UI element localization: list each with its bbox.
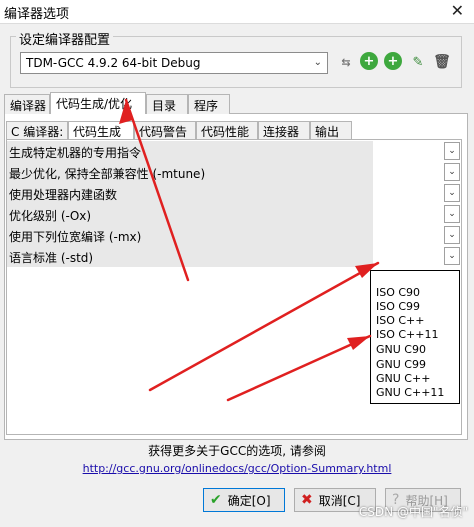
window-title: 编译器选项 bbox=[4, 7, 70, 22]
setting-row: 使用下列位宽编译 (-mx) bbox=[7, 225, 373, 246]
setting-label: 优化级别 (-Ox) bbox=[9, 209, 92, 223]
chevron-down-icon[interactable]: ⌄ bbox=[444, 205, 460, 223]
dropdown-option[interactable]: ISO C99 bbox=[376, 300, 420, 313]
ok-button[interactable]: ✔ 确定[O] bbox=[203, 488, 285, 512]
dropdown-option[interactable]: GNU C99 bbox=[376, 358, 426, 371]
setting-label: 最少优化, 保持全部兼容性 (-mtune) bbox=[9, 167, 206, 181]
compiler-set-select[interactable]: TDM-GCC 4.9.2 64-bit Debug ⌄ bbox=[20, 52, 328, 74]
cross-icon: ✖ bbox=[301, 492, 313, 508]
dropdown-option[interactable]: ISO C++ bbox=[376, 314, 425, 327]
compiler-set-legend: 设定编译器配置 bbox=[16, 29, 114, 48]
dropdown-option[interactable]: GNU C++11 bbox=[376, 386, 444, 399]
add-set-alt-icon[interactable]: + bbox=[384, 52, 402, 70]
dropdown-option[interactable]: ISO C90 bbox=[376, 286, 420, 299]
subtab-warnings[interactable]: 代码警告 bbox=[134, 121, 196, 139]
option-summary-link[interactable]: http://gcc.gnu.org/onlinedocs/gcc/Option… bbox=[0, 462, 474, 475]
setting-row: 生成特定机器的专用指令 bbox=[7, 141, 373, 162]
subtab-c-compiler[interactable]: C 编译器: bbox=[6, 121, 68, 139]
close-icon[interactable]: ✕ bbox=[451, 1, 464, 20]
dropdown-option[interactable]: GNU C90 bbox=[376, 343, 426, 356]
subtab-output[interactable]: 输出 bbox=[310, 121, 352, 139]
title-bar: 编译器选项 ✕ bbox=[0, 0, 474, 24]
info-text: 获得更多关于GCC的选项, 请参阅 bbox=[148, 444, 326, 458]
chevron-down-icon[interactable]: ⌄ bbox=[444, 184, 460, 202]
tab-directories[interactable]: 目录 bbox=[146, 94, 188, 114]
subtab-linker[interactable]: 连接器 bbox=[258, 121, 310, 139]
add-set-icon[interactable]: + bbox=[360, 52, 378, 70]
compiler-set-value: TDM-GCC 4.9.2 64-bit Debug bbox=[26, 56, 201, 70]
tab-codegen-optimize[interactable]: 代码生成/优化 bbox=[50, 92, 146, 114]
setting-label: 使用下列位宽编译 (-mx) bbox=[9, 230, 142, 244]
subtab-codegen[interactable]: 代码生成 bbox=[68, 121, 134, 139]
dropdown-option[interactable]: GNU C++ bbox=[376, 372, 430, 385]
setting-label: 生成特定机器的专用指令 bbox=[9, 146, 142, 160]
setting-row: 使用处理器内建函数 bbox=[7, 183, 373, 204]
watermark: CSDN @中国"名侦" bbox=[358, 505, 468, 519]
tab-compiler[interactable]: 编译器 bbox=[4, 94, 50, 114]
ok-label: 确定[O] bbox=[227, 493, 271, 508]
std-dropdown-list: ISO C90 ISO C99 ISO C++ ISO C++11 GNU C9… bbox=[370, 270, 460, 404]
rename-set-icon[interactable]: ⇆ bbox=[336, 52, 356, 72]
tab-programs[interactable]: 程序 bbox=[188, 94, 230, 114]
cancel-label: 取消[C] bbox=[318, 493, 361, 508]
edit-set-icon[interactable]: ✎ bbox=[408, 52, 428, 72]
chevron-down-icon: ⌄ bbox=[313, 57, 322, 68]
chevron-down-icon[interactable]: ⌄ bbox=[444, 226, 460, 244]
check-icon: ✔ bbox=[210, 492, 222, 508]
subtab-profiling[interactable]: 代码性能 bbox=[196, 121, 258, 139]
setting-label: 语言标准 (-std) bbox=[9, 251, 94, 265]
chevron-down-icon[interactable]: ⌄ bbox=[444, 247, 460, 265]
setting-row: 最少优化, 保持全部兼容性 (-mtune) bbox=[7, 162, 373, 183]
setting-row: 语言标准 (-std) bbox=[7, 246, 373, 267]
chevron-down-icon[interactable]: ⌄ bbox=[444, 142, 460, 160]
trash-icon[interactable]: 🗑 bbox=[432, 52, 452, 72]
setting-row: 优化级别 (-Ox) bbox=[7, 204, 373, 225]
chevron-down-icon[interactable]: ⌄ bbox=[444, 163, 460, 181]
setting-label: 使用处理器内建函数 bbox=[9, 188, 118, 202]
dropdown-option[interactable]: ISO C++11 bbox=[376, 328, 439, 341]
